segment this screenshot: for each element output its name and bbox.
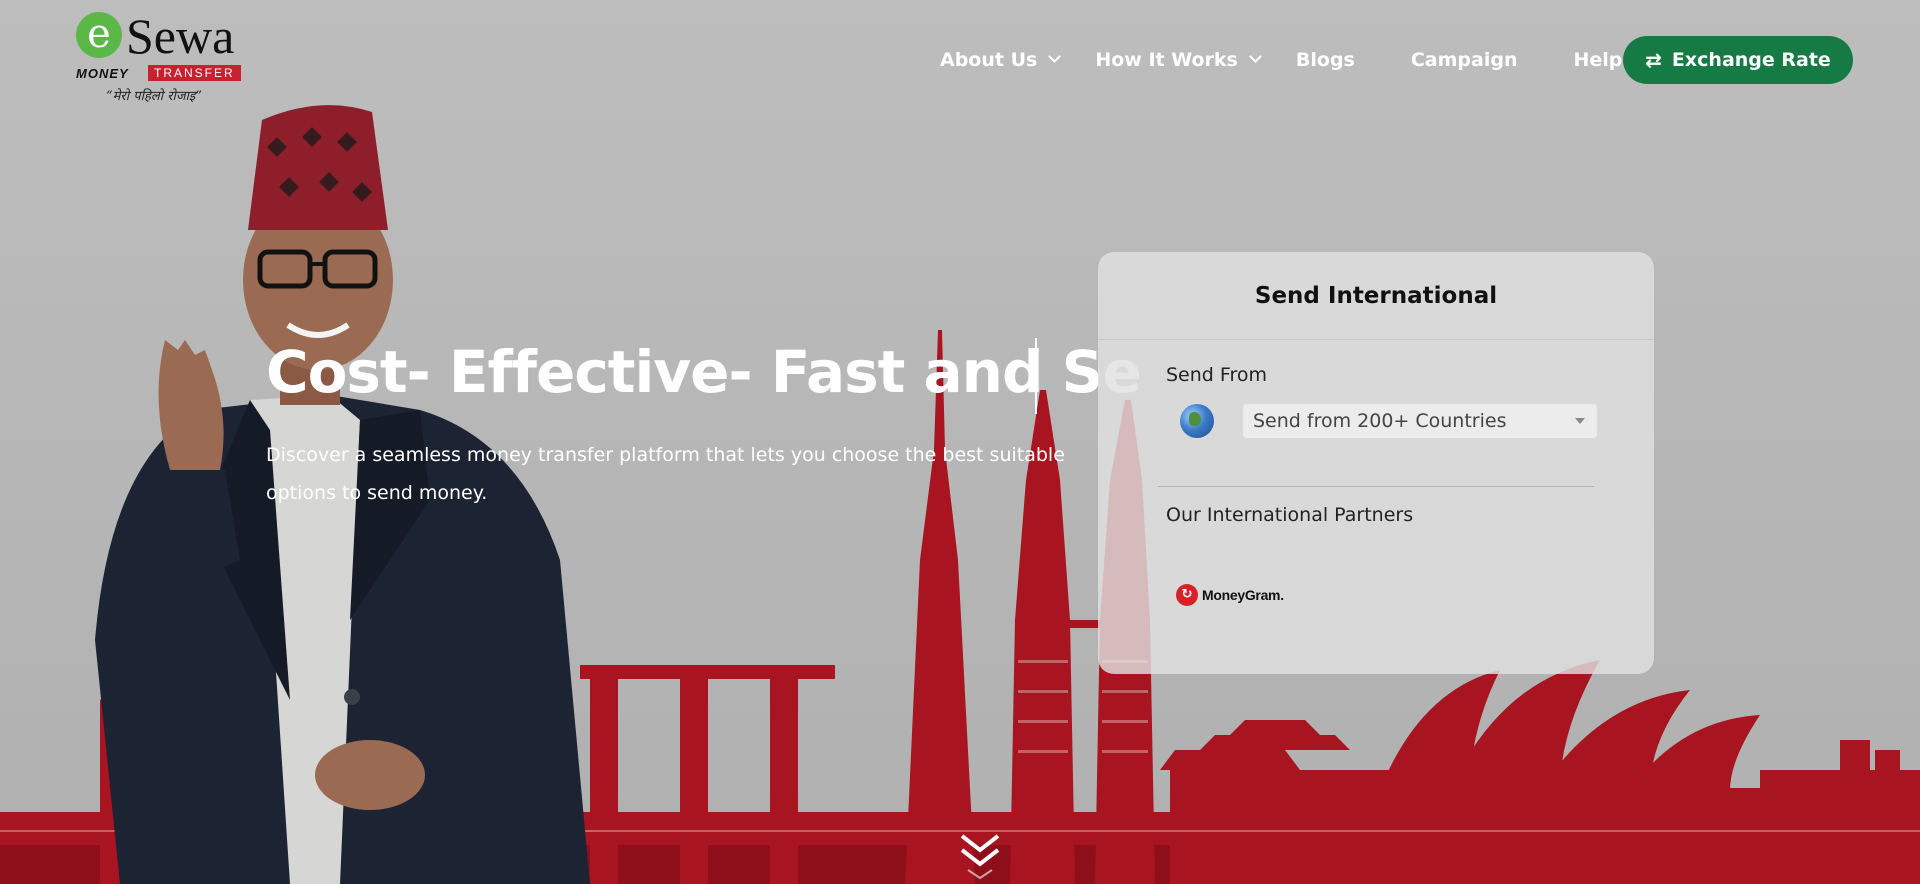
nav-how-it-works[interactable]: How It Works <box>1095 49 1260 71</box>
hero-section: e Sewa MONEY TRANSFER “मेरो पहिलो रोजाइ”… <box>0 0 1920 884</box>
logo-tagline: “मेरो पहिलो रोजाइ” <box>106 89 202 104</box>
dropdown-caret-icon <box>1575 418 1585 424</box>
nav-about-us-label: About Us <box>940 49 1038 71</box>
moneygram-icon: ↻ <box>1176 584 1198 606</box>
nav-blogs[interactable]: Blogs <box>1296 49 1355 71</box>
send-from-label: Send From <box>1166 364 1267 386</box>
exchange-rate-label: Exchange Rate <box>1671 49 1831 71</box>
send-international-card: Send International Send From Send from 2… <box>1098 252 1654 674</box>
esewa-logo[interactable]: e Sewa MONEY TRANSFER “मेरो पहिलो रोजाइ” <box>74 8 249 112</box>
moneygram-name: MoneyGram. <box>1202 587 1284 603</box>
nav-blogs-label: Blogs <box>1295 49 1355 71</box>
card-divider <box>1158 486 1594 487</box>
card-title: Send International <box>1098 252 1654 340</box>
swap-arrows-icon: ⇄ <box>1645 48 1662 72</box>
hero-headline: Cost- Effective- Fast and Se <box>266 338 1142 406</box>
send-from-country-select[interactable]: Send from 200+ Countries <box>1243 404 1597 438</box>
chevron-down-icon <box>1049 52 1059 62</box>
partners-label: Our International Partners <box>1166 504 1414 526</box>
moneygram-partner-logo[interactable]: ↻ MoneyGram. <box>1176 584 1284 606</box>
nav-about-us[interactable]: About Us <box>940 49 1059 71</box>
main-nav: About Us How It Works Blogs Campaign Hel… <box>940 36 1644 84</box>
logo-money-text: MONEY <box>76 66 129 81</box>
nav-how-it-works-label: How It Works <box>1095 49 1238 71</box>
nav-campaign[interactable]: Campaign <box>1411 49 1518 71</box>
logo-wordmark: Sewa <box>126 8 235 64</box>
hero-subtext: Discover a seamless money transfer platf… <box>266 444 1065 504</box>
typing-cursor <box>1035 338 1037 414</box>
logo-e-mark: e <box>76 12 122 58</box>
country-select-value: Send from 200+ Countries <box>1253 410 1507 432</box>
exchange-rate-button[interactable]: ⇄ Exchange Rate <box>1623 36 1853 84</box>
nav-campaign-label: Campaign <box>1410 49 1518 71</box>
scroll-down-icon[interactable] <box>958 830 1002 884</box>
nav-help-label: Help <box>1573 49 1623 71</box>
globe-icon <box>1180 404 1214 438</box>
logo-transfer-text: TRANSFER <box>148 65 241 81</box>
chevron-down-icon <box>1250 52 1260 62</box>
